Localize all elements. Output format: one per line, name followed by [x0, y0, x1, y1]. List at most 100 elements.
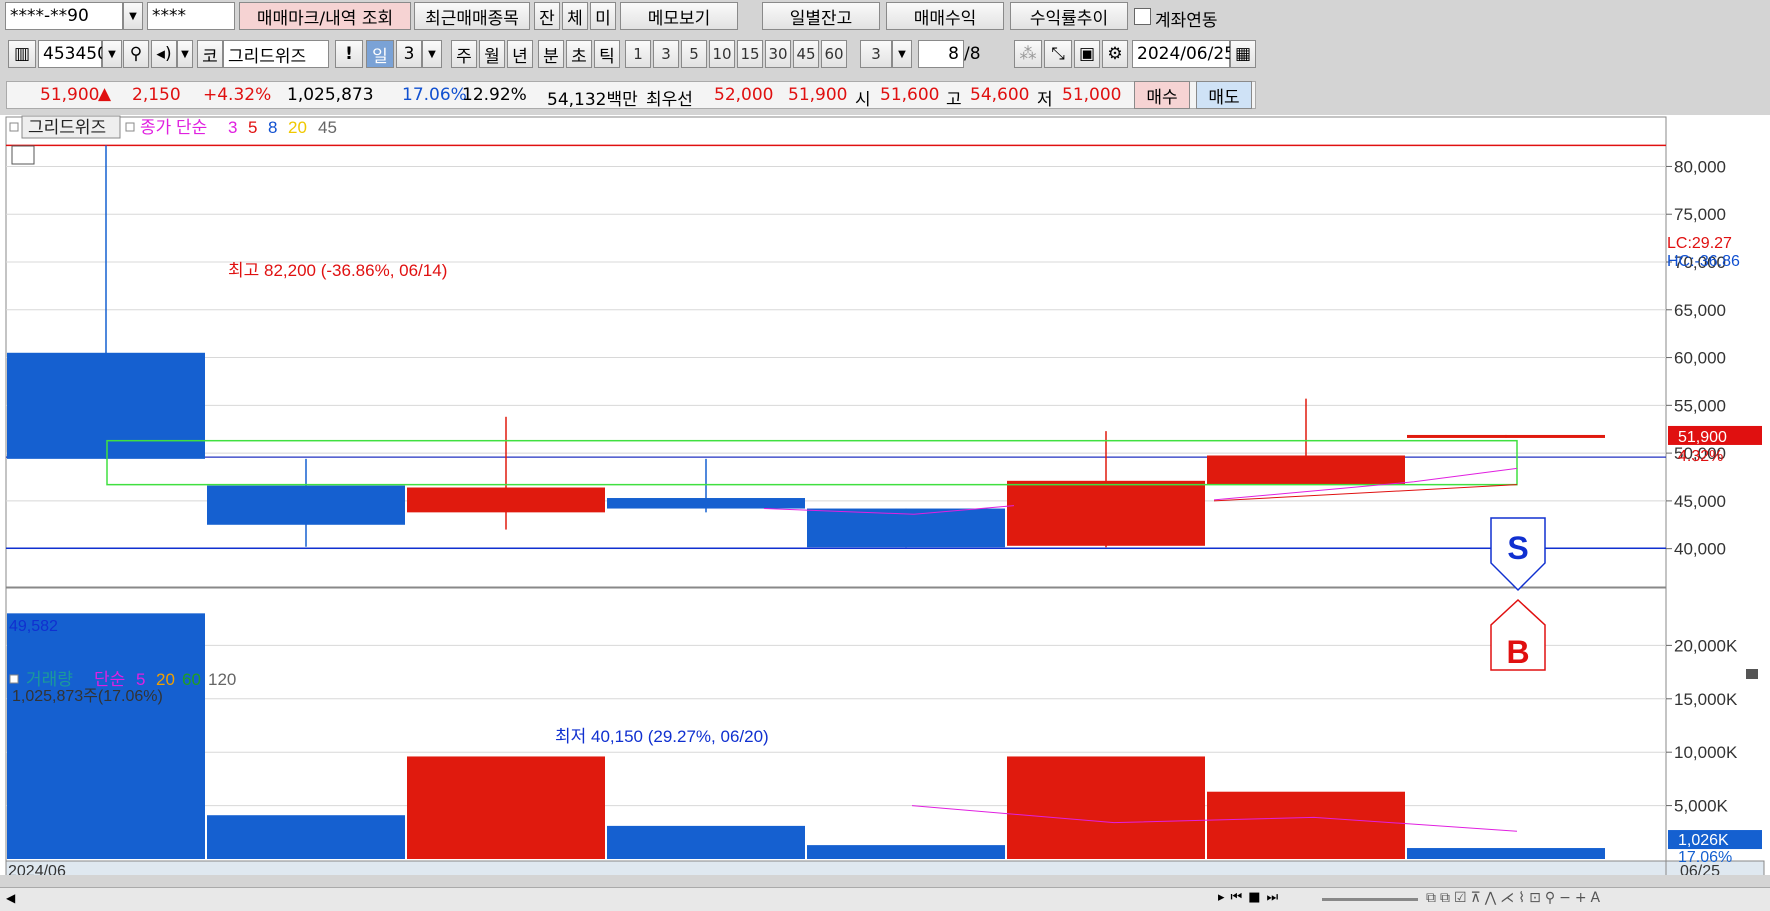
return-trend-button[interactable]: 수익률추이 — [1010, 2, 1128, 30]
zoom-slider[interactable] — [1322, 898, 1418, 901]
sell-button[interactable]: 매도 — [1196, 81, 1252, 109]
best-ask: 52,000 — [714, 85, 774, 105]
turnover-pct: 17.06% — [402, 85, 467, 105]
legend-close-label: 종가 단순 — [140, 118, 207, 137]
interval-60-button[interactable]: 60 — [821, 40, 847, 68]
date-field[interactable]: 2024/06/25 — [1132, 40, 1235, 68]
chart-area[interactable]: 80,000 75,000 70,000 65,000 60,000 55,000 50,0… — [0, 115, 1770, 884]
layout-icon[interactable]: ▥ — [8, 40, 36, 68]
alert-button[interactable]: ! — [335, 40, 363, 68]
stock-code-dropdown[interactable]: ▼ — [102, 40, 122, 68]
recent-items-button[interactable]: 최근매매종목 — [414, 2, 530, 30]
interval-custom-field[interactable]: 3 — [860, 40, 892, 68]
volume-bar — [207, 815, 405, 859]
period-year-button[interactable]: 년 — [507, 40, 533, 68]
period-count-field[interactable]: 3 — [396, 40, 422, 68]
legend-ma-20: 20 — [288, 118, 307, 137]
account-link-label: 계좌연동 — [1155, 11, 1218, 31]
password-field[interactable]: **** — [147, 2, 235, 30]
interval-dropdown[interactable]: ▼ — [892, 40, 912, 68]
page-field[interactable]: 8 — [918, 40, 964, 68]
candle-body — [1007, 480, 1205, 546]
buy-button[interactable]: 매수 — [1134, 81, 1190, 109]
daily-balance-button[interactable]: 일별잔고 — [762, 2, 880, 30]
price-tick-label: 45,000 — [1674, 492, 1726, 511]
period-second-button[interactable]: 초 — [566, 40, 592, 68]
high-annotation: 최고 82,200 (-36.86%, 06/14) — [228, 261, 447, 280]
interval-3-button[interactable]: 3 — [653, 40, 679, 68]
legend-ma-3: 3 — [228, 118, 237, 137]
volume-bar — [1407, 848, 1605, 859]
volume-current-tag-text: 1,026K — [1678, 832, 1729, 849]
market-badge: 코 — [197, 40, 223, 68]
candle-body — [7, 352, 205, 459]
lc-label: LC:29.27 — [1667, 235, 1732, 252]
stock-name-field[interactable]: 그리드위즈 — [223, 40, 329, 68]
toolbar-chart: ▥ 453450 ▼ ⚲ ◂) ▼ 코 그리드위즈 ! 일 3 ▼ 주 월 년 … — [0, 38, 1770, 71]
calendar-icon[interactable]: ▦ — [1230, 40, 1256, 68]
volume-tick-label: 15,000K — [1674, 690, 1738, 709]
secondary-pct: 12.92% — [462, 85, 527, 105]
playback-icons[interactable]: ▸⏮■⏭ — [1218, 890, 1284, 905]
best-quote-label: 최우선 — [646, 90, 693, 110]
interval-1-button[interactable]: 1 — [625, 40, 651, 68]
account-link-checkbox[interactable] — [1134, 8, 1151, 25]
volume-tick-label: 5,000K — [1674, 797, 1729, 816]
price-tick-label: 40,000 — [1674, 540, 1726, 559]
volume-bar — [607, 825, 805, 859]
trade-marks-button[interactable]: 매매마크/내역 조회 — [239, 2, 411, 30]
add-indicator-icon[interactable]: ⁂ — [1014, 40, 1042, 68]
volume-tick-label: 20,000K — [1674, 636, 1738, 655]
low-label: 저 — [1037, 90, 1053, 110]
account-dropdown[interactable]: ▼ — [123, 2, 143, 30]
volume-bar — [807, 845, 1005, 859]
period-day-button[interactable]: 일 — [366, 40, 394, 68]
legend-ma-45: 45 — [318, 118, 337, 137]
period-tick-button[interactable]: 틱 — [594, 40, 620, 68]
period-month-button[interactable]: 월 — [479, 40, 505, 68]
date-left-label: 2024/06 — [8, 863, 66, 875]
buy-marker-label: B — [1506, 634, 1529, 670]
search-icon[interactable]: ⚲ — [123, 40, 149, 68]
account-field[interactable]: ****-**90 — [5, 2, 123, 30]
chart-canvas[interactable]: 80,00075,00070,00065,00060,00055,00050,0… — [0, 115, 1770, 884]
interval-10-button[interactable]: 10 — [709, 40, 735, 68]
period-week-button[interactable]: 주 — [451, 40, 477, 68]
chart-scrollbar[interactable]: ◀ ▸⏮■⏭ ⧉⧉☑⊼⋀⋌⌇⊡⚲−+A — [0, 887, 1770, 911]
legend-square — [9, 674, 19, 684]
high-price: 54,600 — [970, 85, 1030, 105]
volume-tick-label: 10,000K — [1674, 743, 1738, 762]
trend-line-icon[interactable]: ⤡ — [1044, 40, 1072, 68]
unfilled-button[interactable]: 미 — [590, 2, 616, 30]
price-change: 2,150 — [132, 85, 181, 105]
best-bid: 51,900 — [788, 85, 848, 105]
speaker-dropdown[interactable]: ▼ — [177, 40, 193, 68]
panel-menu-icon — [1746, 669, 1758, 679]
price-change-pct: +4.32% — [203, 85, 272, 105]
page-total: /8 — [964, 44, 981, 64]
balance-button[interactable]: 잔 — [534, 2, 560, 30]
trade-profit-button[interactable]: 매매수익 — [886, 2, 1004, 30]
up-arrow-icon: ▲ — [98, 84, 112, 104]
save-icon[interactable]: ▣ — [1074, 40, 1100, 68]
drawing-tool-icons[interactable]: ⧉⧉☑⊼⋀⋌⌇⊡⚲−+A — [1426, 890, 1604, 906]
interval-30-button[interactable]: 30 — [765, 40, 791, 68]
gear-icon[interactable]: ⚙ — [1102, 40, 1128, 68]
volume-bar — [1007, 756, 1205, 859]
stock-code-input[interactable]: 453450 — [38, 40, 108, 68]
period-minute-button[interactable]: 분 — [538, 40, 564, 68]
price-tick-label: 55,000 — [1674, 396, 1726, 415]
memo-button[interactable]: 메모보기 — [620, 2, 738, 30]
scroll-left-icon[interactable]: ◀ — [6, 891, 15, 905]
avg-price-label: 49,582 — [9, 618, 58, 635]
filled-button[interactable]: 체 — [562, 2, 588, 30]
interval-5-button[interactable]: 5 — [681, 40, 707, 68]
legend-vol-ma-5: 5 — [136, 670, 145, 689]
interval-15-button[interactable]: 15 — [737, 40, 763, 68]
period-count-dropdown[interactable]: ▼ — [422, 40, 442, 68]
volume-bar — [7, 613, 205, 859]
legend-vol-ma-60: 60 — [182, 670, 201, 689]
toolbar-account: ****-**90 ▼ **** 매매마크/내역 조회 최근매매종목 잔 체 미… — [0, 0, 1770, 33]
interval-45-button[interactable]: 45 — [793, 40, 819, 68]
speaker-icon[interactable]: ◂) — [151, 40, 177, 68]
